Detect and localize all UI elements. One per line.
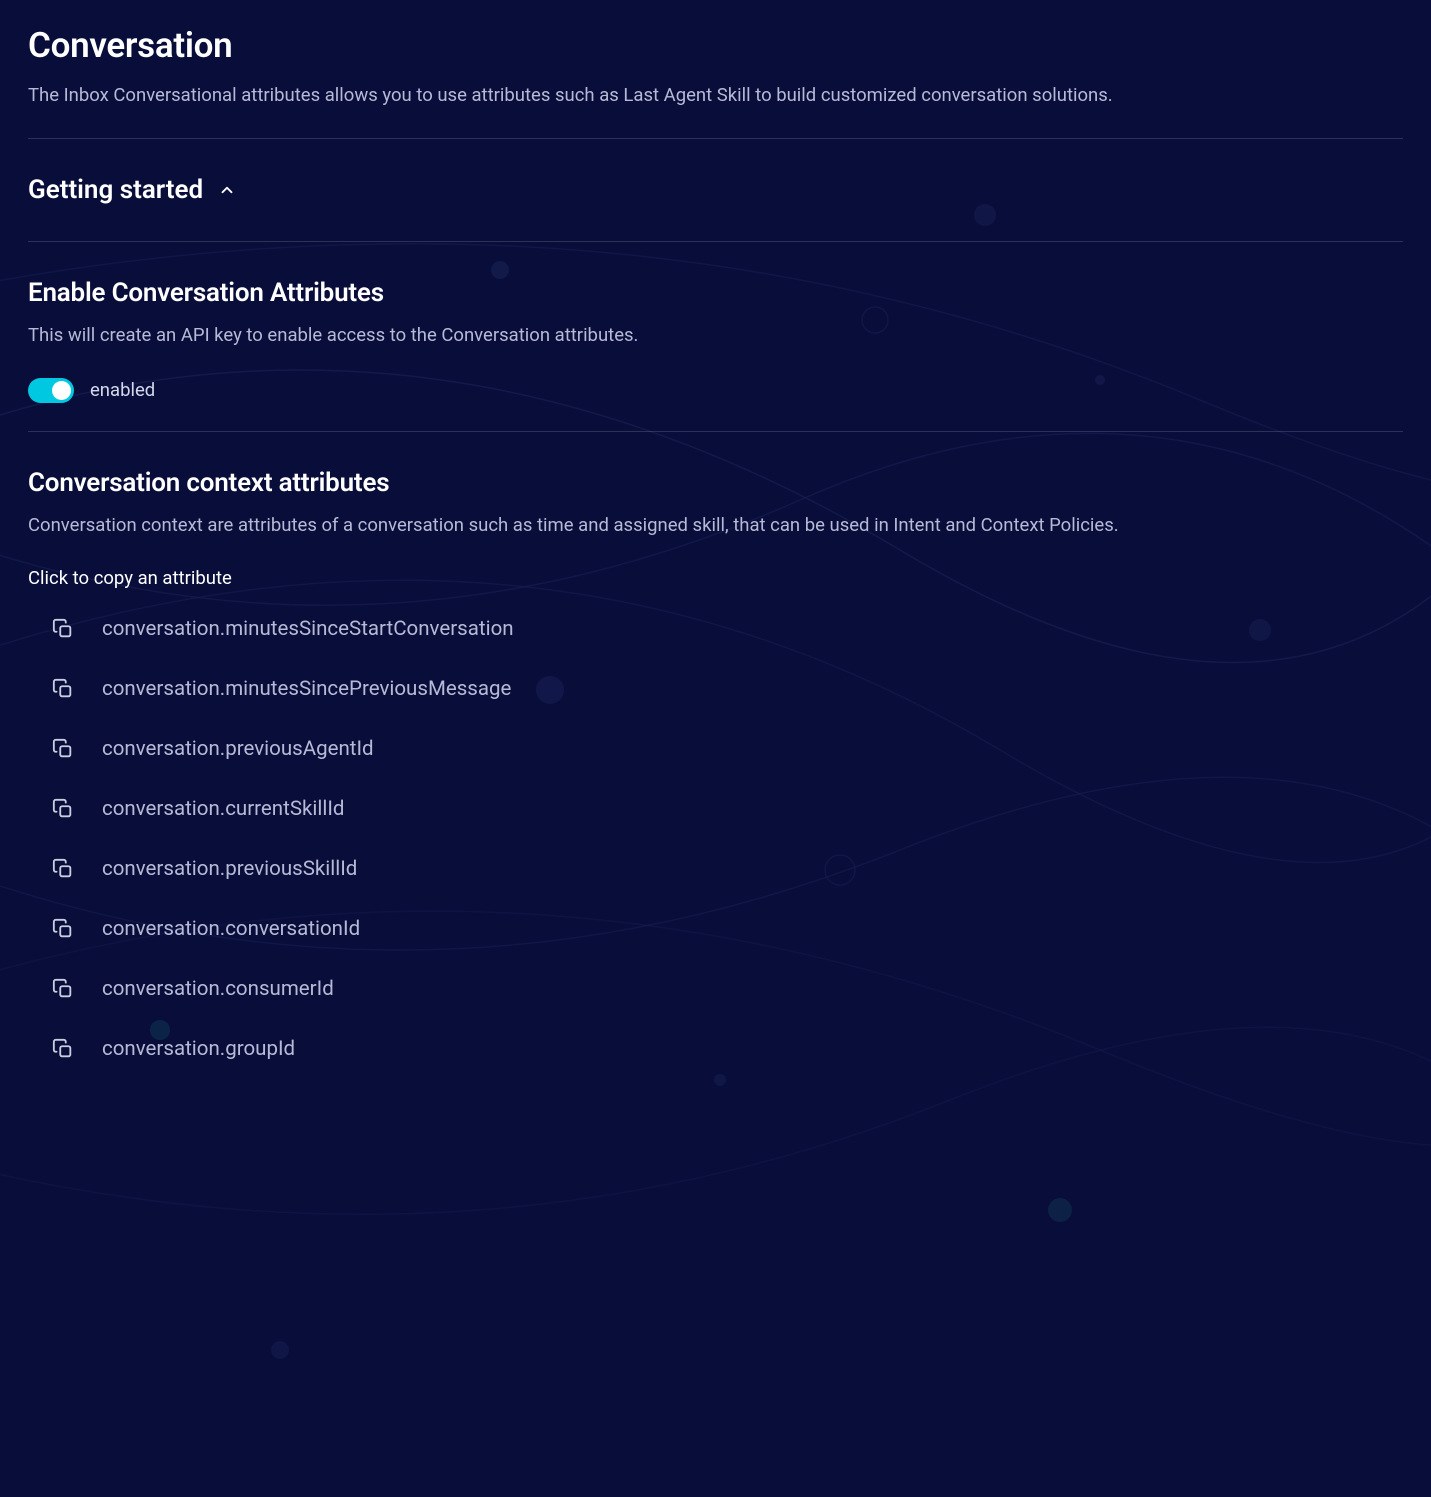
attribute-item[interactable]: conversation.previousSkillId [52, 857, 1403, 881]
copy-instruction: Click to copy an attribute [28, 567, 1403, 589]
attribute-text: conversation.previousAgentId [102, 737, 374, 761]
attribute-text: conversation.consumerId [102, 977, 334, 1001]
attribute-text: conversation.groupId [102, 1037, 295, 1061]
enable-attributes-description: This will create an API key to enable ac… [28, 322, 1403, 350]
attribute-item[interactable]: conversation.conversationId [52, 917, 1403, 941]
context-attributes-heading: Conversation context attributes [28, 468, 1403, 498]
attribute-text: conversation.minutesSinceStartConversati… [102, 617, 514, 641]
page-subtitle: The Inbox Conversational attributes allo… [28, 82, 1403, 110]
attribute-text: conversation.conversationId [102, 917, 360, 941]
divider [28, 431, 1403, 432]
copy-icon [52, 798, 74, 820]
copy-icon [52, 978, 74, 1000]
copy-icon [52, 858, 74, 880]
copy-icon [52, 618, 74, 640]
page-title: Conversation [28, 25, 1403, 66]
attribute-text: conversation.previousSkillId [102, 857, 357, 881]
attribute-item[interactable]: conversation.minutesSincePreviousMessage [52, 677, 1403, 701]
getting-started-header[interactable]: Getting started [28, 139, 1403, 241]
copy-icon [52, 918, 74, 940]
attribute-item[interactable]: conversation.previousAgentId [52, 737, 1403, 761]
copy-icon [52, 678, 74, 700]
getting-started-title: Getting started [28, 175, 203, 205]
attribute-item[interactable]: conversation.consumerId [52, 977, 1403, 1001]
toggle-knob [52, 381, 71, 400]
copy-icon [52, 1038, 74, 1060]
copy-icon [52, 738, 74, 760]
attribute-text: conversation.currentSkillId [102, 797, 345, 821]
attribute-item[interactable]: conversation.minutesSinceStartConversati… [52, 617, 1403, 641]
enable-toggle[interactable] [28, 378, 74, 403]
attribute-text: conversation.minutesSincePreviousMessage [102, 677, 511, 701]
attribute-item[interactable]: conversation.currentSkillId [52, 797, 1403, 821]
divider [28, 241, 1403, 242]
toggle-label: enabled [90, 379, 155, 401]
enable-attributes-heading: Enable Conversation Attributes [28, 278, 1403, 308]
chevron-up-icon [217, 180, 237, 200]
attribute-item[interactable]: conversation.groupId [52, 1037, 1403, 1061]
context-attributes-description: Conversation context are attributes of a… [28, 512, 1403, 540]
attribute-list: conversation.minutesSinceStartConversati… [28, 617, 1403, 1061]
